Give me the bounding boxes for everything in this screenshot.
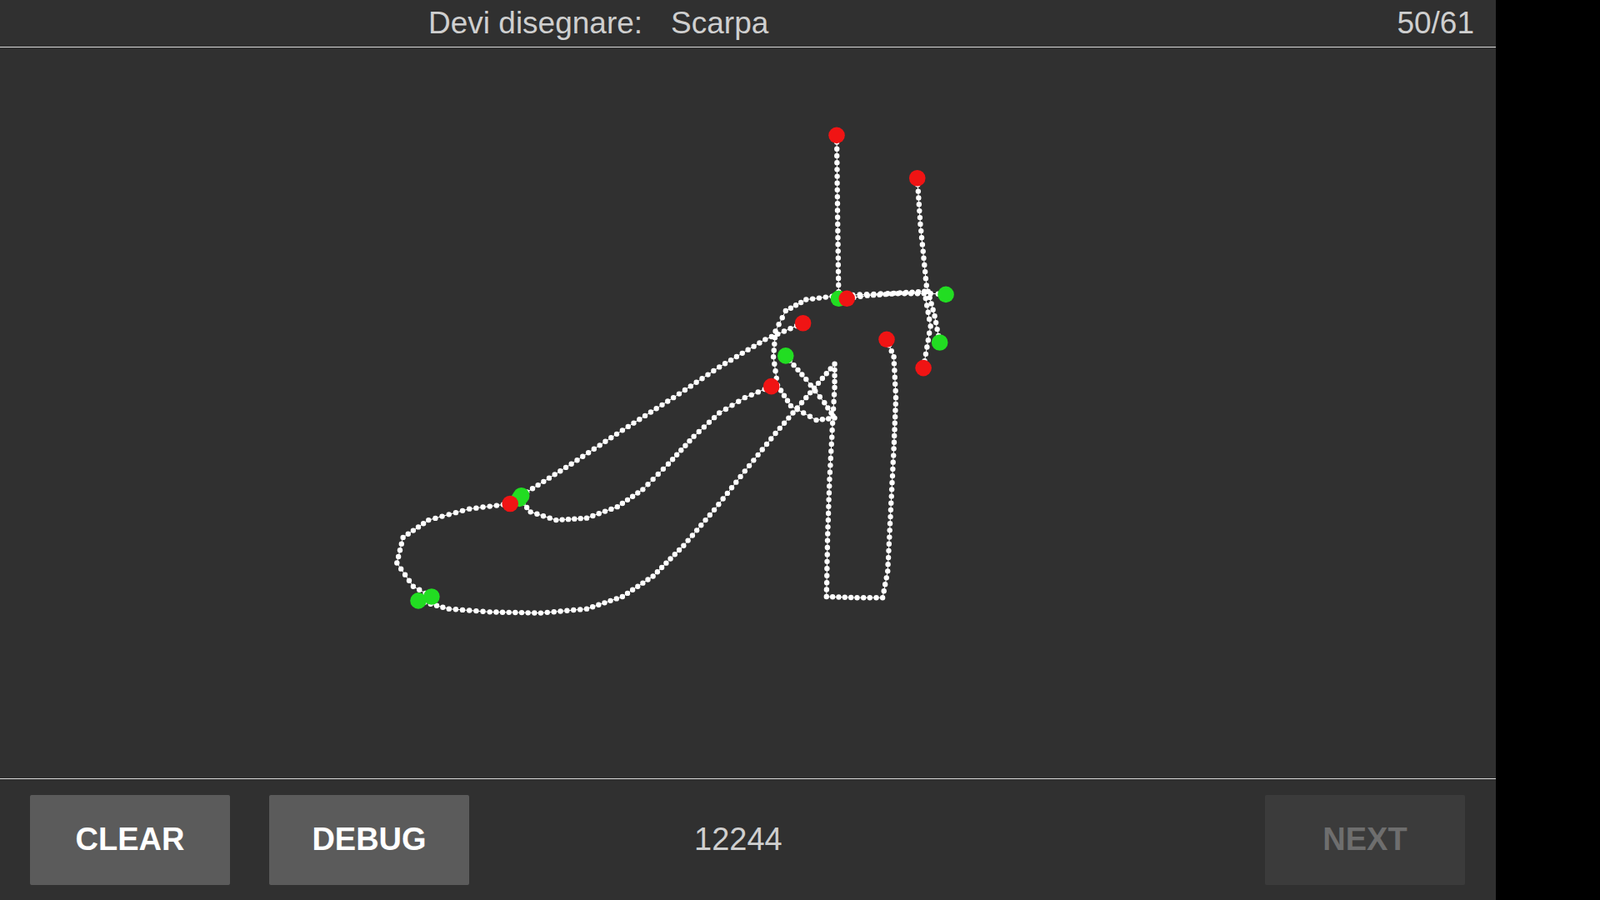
progress-counter: 50/61 (1396, 5, 1475, 41)
prompt-label: Devi disegnare: (428, 5, 643, 41)
stroke-end-dot (909, 170, 926, 187)
header-bar: Devi disegnare: Scarpa 50/61 (0, 0, 1496, 48)
stroke (394, 501, 510, 600)
drawing-canvas[interactable] (0, 47, 1496, 779)
stroke (846, 290, 949, 300)
stroke-start-dot (410, 592, 427, 610)
stroke (415, 339, 899, 615)
drawing-surface[interactable] (0, 47, 1496, 779)
stroke-end-dot (763, 378, 780, 395)
stroke-end-dot (838, 290, 855, 308)
stroke (516, 386, 772, 524)
stroke-end-dot (878, 331, 895, 349)
prompt-word: Scarpa (670, 5, 769, 41)
app: Devi disegnare: Scarpa 50/61 CLEAR DEBUG 122… (0, 0, 1496, 900)
stroke-start-dot (937, 286, 955, 304)
stroke (834, 135, 842, 301)
stroke-end-dot (795, 315, 812, 332)
footer-bar: CLEAR DEBUG 12244 NEXT (0, 778, 1496, 900)
stroke-end-dot (501, 495, 519, 513)
stroke-end-dot (828, 127, 845, 145)
button-label: CLEAR (75, 821, 185, 858)
clear-button[interactable]: CLEAR (30, 795, 230, 885)
score-counter: 12244 (694, 821, 783, 858)
next-button: NEXT (1265, 795, 1465, 885)
stroke-start-dot (777, 347, 795, 365)
debug-button[interactable]: DEBUG (269, 795, 470, 885)
stroke-end-dot (915, 360, 932, 377)
button-label: DEBUG (311, 821, 426, 858)
stroke (915, 178, 943, 345)
button-label: NEXT (1322, 821, 1407, 858)
stroke-start-dot (931, 334, 949, 351)
stroke (770, 289, 934, 424)
